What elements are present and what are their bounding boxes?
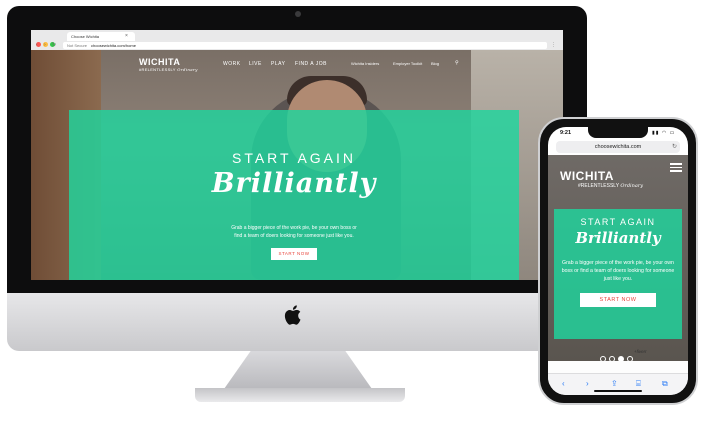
home-indicator [594,390,642,392]
url-text: choosewichita.com/home [91,43,136,48]
hero-heading: START AGAIN [231,150,357,166]
back-icon[interactable]: ‹ [36,41,38,50]
site-header: WICHITA #RELENTLESSLY Ordinary WORK LIVE… [31,50,563,80]
refresh-icon[interactable]: ↻ [672,141,677,153]
browser-chrome: Choose Wichita × ‹ › ↻ Not Secure choosew… [31,30,563,51]
mobile-site-logo[interactable]: WICHITA [560,169,614,183]
nav-work[interactable]: WORK [223,61,241,67]
nav-blog[interactable]: Blog [431,61,439,66]
phone-notch [588,127,648,138]
mobile-address-bar[interactable]: choosewichita.com [556,141,680,153]
iphone-frame: 9:21 ▮▮ ◠ ▭ choosewichita.com ↻ WICHITA … [538,117,698,405]
mobile-hero-script-heading: Brilliantly [575,229,661,247]
status-icons: ▮▮ ◠ ▭ [652,130,676,136]
mobile-hero-overlay: START AGAIN Brilliantly Grab a bigger pi… [554,209,682,339]
mobile-logo-tagline-prefix: #RELENTLESSLY [578,183,619,189]
back-icon[interactable]: ‹ [562,379,565,388]
reload-icon[interactable]: ↻ [52,41,56,50]
forward-icon[interactable]: › [44,41,46,50]
mobile-page-footer [548,361,688,373]
mobile-logo-tagline: #RELENTLESSLY Ordinary [578,183,643,189]
hero-subtext: Grab a bigger piece of the work pie, be … [231,225,357,239]
browser-menu-icon[interactable]: ⋮ [551,41,556,50]
apple-logo-icon [284,305,301,325]
forward-icon[interactable]: › [586,379,589,388]
address-bar[interactable]: Not Secure choosewichita.com/home [63,42,547,49]
search-icon[interactable]: ⚲ [455,60,459,66]
carousel-pager [600,349,636,361]
logo-tagline: #RELENTLESSLY Ordinary [139,67,198,72]
hero-overlay: START AGAIN Brilliantly Grab a bigger pi… [69,110,519,280]
imac-bezel: Choose Wichita × ‹ › ↻ Not Secure choosew… [7,6,587,311]
mobile-hero-subtext: Grab a bigger piece of the work pie, be … [561,260,675,282]
hamburger-menu-icon[interactable] [670,163,682,172]
status-time: 9:21 [560,130,572,136]
share-icon[interactable]: ⇪ [611,379,618,388]
imac-stand-neck [224,351,372,389]
mobile-website: WICHITA #RELENTLESSLY Ordinary START AGA… [548,155,688,361]
mobile-screen: 9:21 ▮▮ ◠ ▭ choosewichita.com ↻ WICHITA … [548,127,688,395]
close-tab-icon[interactable]: × [125,32,128,41]
security-notice: Not Secure [67,43,88,48]
site-logo[interactable]: WICHITA [139,57,180,67]
hero-script-heading: Brilliantly [211,168,377,199]
mobile-hero-heading: START AGAIN [580,217,656,227]
camera-icon [295,11,301,17]
logo-tagline-prefix: #RELENTLESSLY [139,67,176,72]
tab-title: Choose Wichita [71,34,100,39]
logo-tagline-script: Ordinary [177,67,198,72]
nav-wichita-insiders[interactable]: Wichita Insiders [351,61,379,66]
nav-play[interactable]: PLAY [271,61,285,67]
address-row: ‹ › ↻ Not Secure choosewichita.com/home ⋮ [31,41,563,50]
website-viewport: WICHITA #RELENTLESSLY Ordinary WORK LIVE… [31,50,563,280]
mobile-start-now-button[interactable]: START NOW [580,293,656,307]
fiverr-badge: +fiverr [634,349,647,354]
start-now-button[interactable]: START NOW [271,248,317,260]
nav-find-a-job[interactable]: FIND A JOB [295,61,327,67]
nav-employer-toolkit[interactable]: Employer Toolkit [393,61,422,66]
nav-live[interactable]: LIVE [249,61,262,67]
bookmarks-icon[interactable]: ⌸ [636,379,641,389]
mobile-logo-tagline-script: Ordinary [620,183,644,189]
imac-stand-foot [195,388,405,402]
tabs-icon[interactable]: ⧉ [662,379,668,389]
desktop-screen: Choose Wichita × ‹ › ↻ Not Secure choosew… [31,30,563,280]
